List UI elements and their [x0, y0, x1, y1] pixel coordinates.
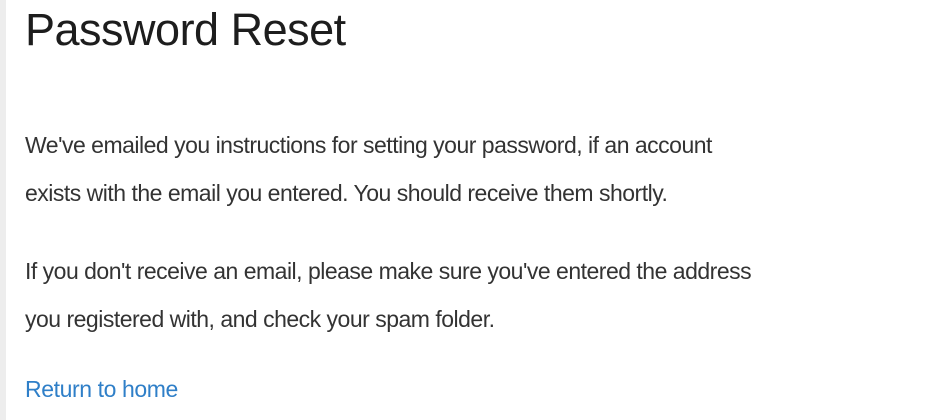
paragraph-line: exists with the email you entered. You s…: [25, 180, 668, 206]
return-to-home-link[interactable]: Return to home: [25, 373, 178, 405]
password-reset-page: Password Reset We've emailed you instruc…: [0, 0, 932, 420]
help-paragraph: If you don't receive an email, please ma…: [25, 247, 752, 343]
instructions-paragraph: We've emailed you instructions for setti…: [25, 121, 712, 217]
page-title: Password Reset: [25, 4, 346, 55]
paragraph-line: If you don't receive an email, please ma…: [25, 258, 752, 284]
paragraph-line: you registered with, and check your spam…: [25, 306, 495, 332]
paragraph-line: We've emailed you instructions for setti…: [25, 132, 712, 158]
